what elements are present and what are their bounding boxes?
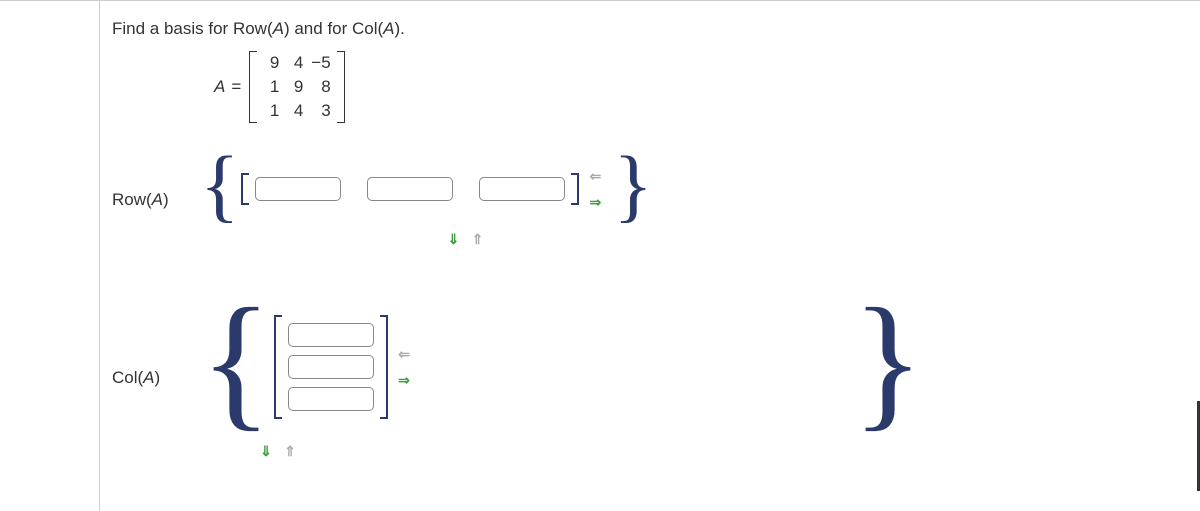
q-suffix: ). (395, 19, 405, 38)
matrix-letter: A (214, 77, 225, 97)
vector-count-controls-row: ⇓ ⇑ (444, 231, 488, 247)
add-vector-icon[interactable]: ⇓ (444, 231, 464, 247)
left-bracket-icon (249, 51, 257, 123)
m-1-0: 1 (263, 77, 279, 97)
row-label: Row(A) (112, 190, 198, 210)
m-2-0: 1 (263, 101, 279, 121)
remove-column-icon[interactable]: ⇐ (585, 168, 605, 184)
right-sq-bracket-icon (571, 173, 579, 205)
col-vec-input-3[interactable] (288, 387, 374, 411)
q-prefix: Find a basis for Row( (112, 19, 273, 38)
left-sq-bracket-col-icon (274, 315, 282, 419)
q-var-2: A (383, 19, 394, 38)
left-sq-bracket-icon (241, 173, 249, 205)
m-2-1: 4 (287, 101, 303, 121)
row-vector-bracket (241, 173, 579, 205)
add-row-col-icon[interactable]: ⇒ (394, 372, 414, 388)
vector-count-controls-col: ⇓ ⇑ (256, 443, 300, 459)
remove-vector-icon[interactable]: ⇑ (468, 231, 488, 247)
m-0-0: 9 (263, 53, 279, 73)
row-controls-col: ⇐ ⇒ (394, 346, 414, 388)
col-vec-input-2[interactable] (288, 355, 374, 379)
q-var-1: A (273, 19, 284, 38)
matrix-definition: A = 9 4 −5 1 9 8 1 4 3 (214, 49, 1172, 125)
right-bracket-icon (337, 51, 345, 123)
m-2-2: 3 (311, 101, 330, 121)
col-label-prefix: Col( (112, 368, 143, 387)
col-label: Col(A) (112, 368, 198, 388)
col-vector-bracket (274, 315, 388, 419)
m-0-1: 4 (287, 53, 303, 73)
remove-row-col-icon[interactable]: ⇐ (394, 346, 414, 362)
right-sq-bracket-col-icon (380, 315, 388, 419)
remove-vector-col-icon[interactable]: ⇑ (280, 443, 300, 459)
m-1-1: 9 (287, 77, 303, 97)
add-column-icon[interactable]: ⇒ (585, 194, 605, 210)
matrix-grid: 9 4 −5 1 9 8 1 4 3 (259, 51, 334, 123)
row-vec-input-3[interactable] (479, 177, 565, 201)
row-vec-input-2[interactable] (367, 177, 453, 201)
q-mid: ) and for Col( (284, 19, 383, 38)
m-0-2: −5 (311, 53, 330, 73)
row-label-var: A (152, 190, 163, 209)
equals-sign: = (231, 77, 241, 97)
left-rail (0, 1, 100, 511)
row-label-suffix: ) (163, 190, 169, 209)
m-1-2: 8 (311, 77, 330, 97)
row-label-prefix: Row( (112, 190, 152, 209)
col-label-var: A (143, 368, 154, 387)
col-label-suffix: ) (155, 368, 161, 387)
add-vector-col-icon[interactable]: ⇓ (256, 443, 276, 459)
row-vec-input-1[interactable] (255, 177, 341, 201)
col-vec-input-1[interactable] (288, 323, 374, 347)
column-controls-row: ⇐ ⇒ (585, 168, 605, 210)
question-text: Find a basis for Row(A) and for Col(A). (112, 19, 1172, 39)
